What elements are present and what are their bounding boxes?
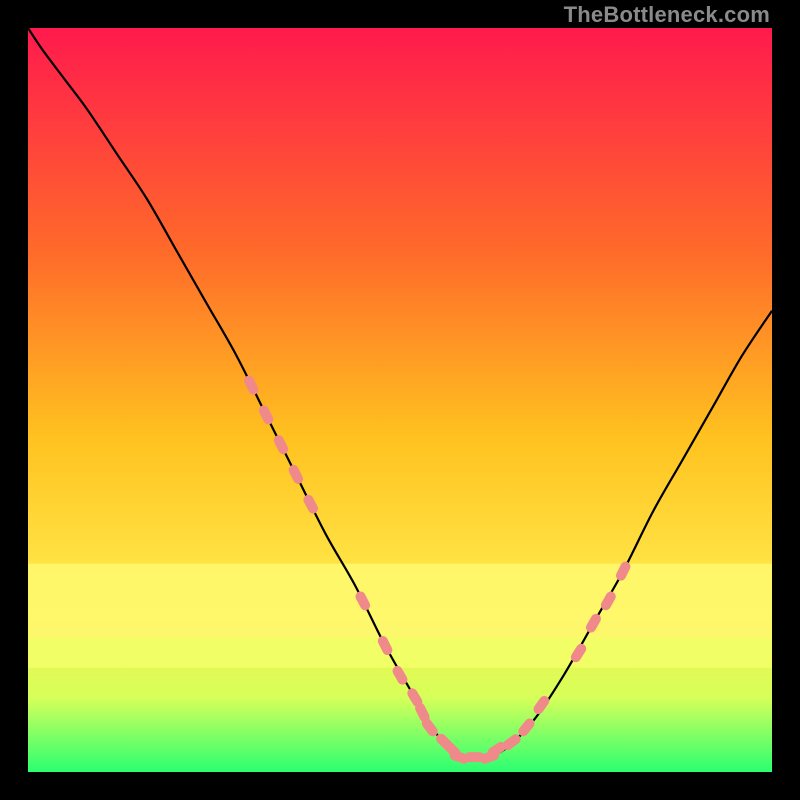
watermark-text: TheBottleneck.com	[564, 2, 770, 28]
chart-frame	[28, 28, 772, 772]
chart-plot	[28, 28, 772, 772]
emphasis-bands	[28, 564, 772, 668]
